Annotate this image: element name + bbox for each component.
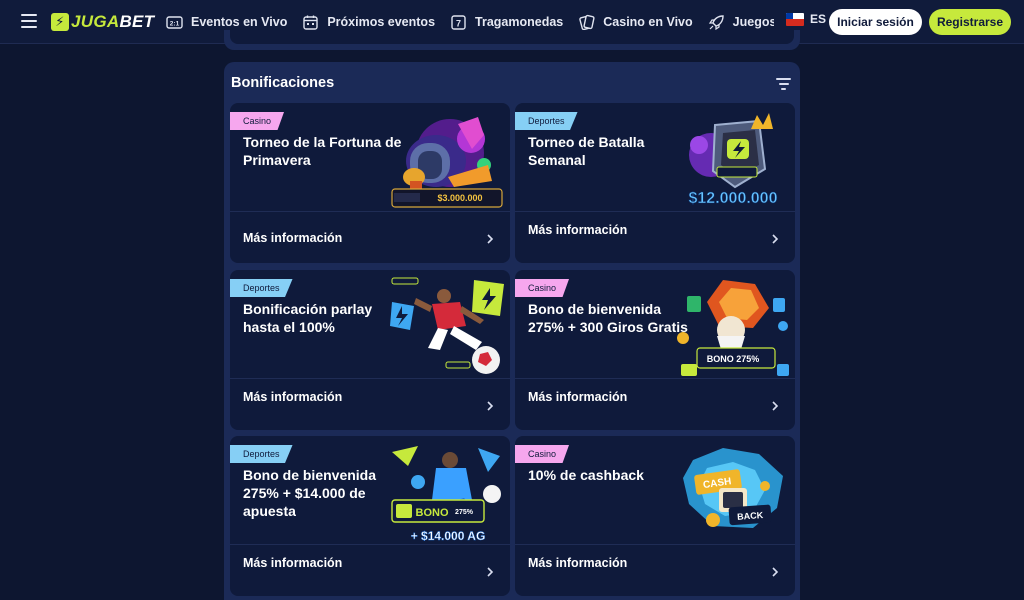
more-info-link[interactable]: Más información [243, 390, 342, 404]
bonus-title: 10% de cashback [528, 467, 644, 483]
svg-text:275%: 275% [455, 509, 474, 516]
category-badge: Deportes [230, 445, 293, 463]
chevron-right-icon[interactable] [770, 567, 780, 577]
lightning-icon: ⚡ [51, 13, 69, 31]
bonus-title: Bonificación parlay hasta el 100% [243, 301, 373, 335]
bonuses-title: Bonificaciones [231, 75, 335, 91]
bonus-card[interactable]: Casino 10% de cashback CASH BACK Más inf… [515, 436, 795, 596]
chevron-right-icon[interactable] [485, 234, 495, 244]
category-badge: Casino [515, 445, 570, 463]
category-badge: Deportes [515, 112, 578, 130]
jugabet-logo[interactable]: ⚡ JUGA BET [51, 12, 154, 32]
category-badge: Casino [230, 112, 285, 130]
parlay-bonus-art [390, 277, 504, 374]
bonus-title: Bono de bienvenida 275% + 300 Giros Grat… [528, 301, 688, 335]
calendar-icon [302, 14, 319, 31]
slot-machine-icon: 7 [450, 14, 467, 31]
chevron-right-icon[interactable] [485, 401, 495, 411]
chevron-right-icon[interactable] [485, 567, 495, 577]
bonus-card[interactable]: Deportes Torneo de Batalla Semanal $12.0… [515, 103, 795, 263]
chevron-right-icon[interactable] [770, 401, 780, 411]
svg-text:BONO: BONO [416, 507, 449, 519]
more-info-link[interactable]: Más información [528, 556, 627, 570]
bonus-percent-text: BONO 275% [707, 354, 760, 364]
bonuses-panel: Bonificaciones Casino Torneo de la Fortu… [224, 62, 800, 600]
bonus-card[interactable]: Casino Torneo de la Fortuna de Primavera… [230, 103, 510, 263]
category-badge: Deportes [230, 279, 293, 297]
prize-amount-text: $3.000.000 [437, 193, 482, 203]
cards-icon [578, 14, 595, 31]
more-info-link[interactable]: Más información [528, 390, 627, 404]
cashback-art: CASH BACK [683, 448, 783, 528]
bonus-card[interactable]: Deportes Bonificación parlay hasta el 10… [230, 270, 510, 430]
language-selector[interactable]: ES [786, 12, 826, 26]
svg-text:7: 7 [456, 18, 461, 28]
more-info-link[interactable]: Más información [243, 231, 342, 245]
sports-welcome-bonus-art: BONO 275% + $14.000 AG [391, 446, 501, 543]
login-button[interactable]: Iniciar sesión [829, 9, 922, 35]
more-info-link[interactable]: Más información [528, 223, 627, 237]
casino-welcome-bonus-art: BONO 275% [677, 280, 789, 376]
previous-section-panel [224, 30, 800, 50]
category-badge: Casino [515, 279, 570, 297]
menu-icon[interactable] [21, 14, 37, 28]
rocket-icon [708, 14, 725, 31]
filter-icon[interactable] [776, 77, 791, 91]
bonus-amount-text: + $14.000 AG [411, 529, 486, 543]
spring-fortune-tournament-art: $3.000.000 [391, 117, 503, 208]
svg-text:2:1: 2:1 [170, 20, 180, 27]
prize-amount-text: $12.000.000 [689, 190, 778, 207]
chevron-right-icon[interactable] [770, 234, 780, 244]
bonus-card[interactable]: Casino Bono de bienvenida 275% + 300 Gir… [515, 270, 795, 430]
weekly-battle-tournament-art: $12.000.000 [688, 113, 778, 207]
more-info-link[interactable]: Más información [243, 556, 342, 570]
bonus-title: Torneo de la Fortuna de Primavera [243, 134, 402, 168]
chile-flag-icon [786, 12, 804, 26]
live-events-icon: 2:1 [166, 14, 183, 31]
bonus-title: Bono de bienvenida 275% + $14.000 de apu… [243, 467, 377, 519]
bonus-title: Torneo de Batalla Semanal [528, 134, 645, 168]
bonus-card[interactable]: Deportes Bono de bienvenida 275% + $14.0… [230, 436, 510, 596]
register-button[interactable]: Registrarse [929, 9, 1011, 35]
svg-text:BACK: BACK [737, 510, 764, 522]
